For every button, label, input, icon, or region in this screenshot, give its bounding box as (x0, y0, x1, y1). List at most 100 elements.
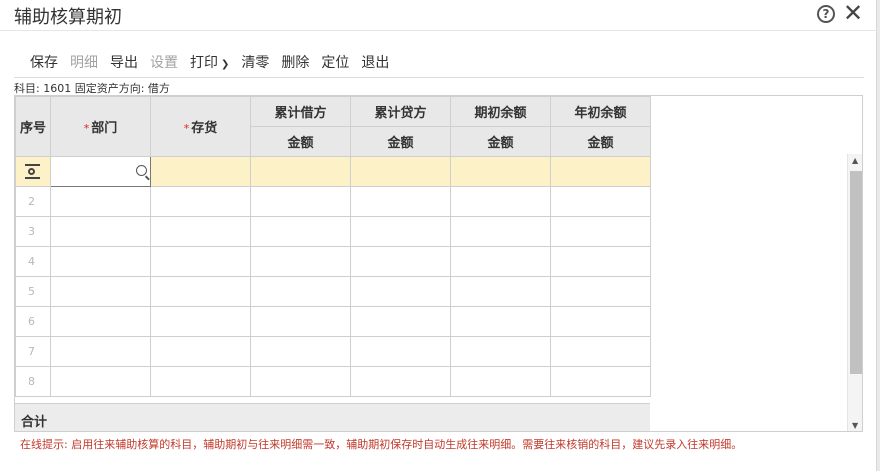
row-number: 7 (15, 336, 51, 367)
table-row[interactable]: 8 (15, 366, 651, 397)
grid-cell[interactable] (350, 276, 451, 307)
grid-scrollbar[interactable]: ▲ ▼ (847, 154, 862, 431)
table-row[interactable]: 7 (15, 336, 651, 367)
close-icon[interactable]: ✕ (843, 1, 863, 25)
settings-button[interactable]: 设置 (150, 52, 178, 72)
header-inventory-label: 存货 (191, 121, 218, 136)
grid-cell[interactable] (250, 336, 351, 367)
grid-cell[interactable] (550, 246, 651, 277)
row-number: 8 (15, 366, 51, 397)
search-icon[interactable] (136, 165, 147, 176)
header-seq: 序号 (15, 96, 51, 157)
grid-cell[interactable] (450, 246, 551, 277)
grid-cell[interactable] (150, 246, 251, 277)
grid-cell[interactable] (250, 186, 351, 217)
grid-cell[interactable] (50, 366, 151, 397)
grid-cell[interactable] (550, 156, 651, 187)
grid-cell[interactable] (450, 276, 551, 307)
grid-cell[interactable] (550, 306, 651, 337)
opening-balance-grid: 序号 * 部门 * 存货 累计借方 累计贷方 期初余额 年初余额 金额 金额 金额 … (14, 95, 863, 432)
grid-cell[interactable] (350, 156, 451, 187)
row-number (15, 156, 51, 187)
grid-cell[interactable] (50, 246, 151, 277)
export-button[interactable]: 导出 (110, 52, 138, 72)
grid-cell[interactable] (150, 156, 251, 187)
scroll-up-icon[interactable]: ▲ (852, 156, 858, 165)
grid-cell[interactable] (150, 276, 251, 307)
grid-cell[interactable] (50, 276, 151, 307)
save-button[interactable]: 保存 (30, 52, 58, 72)
exit-button[interactable]: 退出 (361, 52, 389, 72)
table-row[interactable]: 4 (15, 246, 651, 277)
total-row: 合计 (15, 403, 650, 431)
help-icon[interactable]: ? (817, 5, 835, 23)
grid-table: 序号 * 部门 * 存货 累计借方 累计贷方 期初余额 年初余额 金额 金额 金额 … (15, 96, 651, 397)
header-amount: 金额 (450, 126, 551, 157)
grid-cell[interactable] (250, 306, 351, 337)
locate-button[interactable]: 定位 (321, 52, 349, 72)
grid-cell[interactable] (150, 366, 251, 397)
grid-cell[interactable] (150, 336, 251, 367)
grid-cell[interactable] (250, 246, 351, 277)
grid-cell[interactable] (450, 216, 551, 247)
total-label: 合计 (21, 415, 48, 430)
row-number: 4 (15, 246, 51, 277)
grid-cell[interactable] (350, 336, 451, 367)
toolbar: 保存 明细 导出 设置 打印 ❯ 清零 删除 定位 退出 (30, 52, 401, 72)
grid-cell[interactable] (150, 306, 251, 337)
header-cum-debit: 累计借方 (250, 96, 351, 127)
table-row[interactable]: 6 (15, 306, 651, 337)
header-amount: 金额 (350, 126, 451, 157)
header-amount: 金额 (250, 126, 351, 157)
grid-cell[interactable] (250, 216, 351, 247)
online-hint: 在线提示: 启用往来辅助核算的科目，辅助期初与往来明细需一致，辅助期初保存时自动… (20, 438, 743, 451)
table-row[interactable] (15, 156, 651, 187)
grid-cell[interactable] (550, 336, 651, 367)
grid-cell[interactable] (450, 156, 551, 187)
table-row[interactable]: 3 (15, 216, 651, 247)
grid-cell[interactable] (450, 186, 551, 217)
grid-cell[interactable] (350, 186, 451, 217)
grid-cell[interactable] (350, 216, 451, 247)
grid-cell[interactable] (550, 366, 651, 397)
grid-cell[interactable] (550, 186, 651, 217)
row-settings-icon[interactable] (25, 164, 40, 179)
grid-cell[interactable] (350, 246, 451, 277)
auxiliary-opening-dialog: 辅助核算期初 ? ✕ 保存 明细 导出 设置 打印 ❯ 清零 删除 定位 退出 科… (0, 0, 877, 471)
grid-cell[interactable] (450, 306, 551, 337)
grid-cell[interactable] (250, 366, 351, 397)
print-button[interactable]: 打印 ❯ (190, 52, 229, 72)
header-dept: * 部门 (50, 96, 151, 157)
delete-button[interactable]: 删除 (281, 52, 309, 72)
header-cum-credit: 累计贷方 (350, 96, 451, 127)
grid-cell[interactable] (450, 366, 551, 397)
print-label: 打印 (190, 55, 218, 71)
grid-cell[interactable] (350, 306, 451, 337)
dept-input-cell[interactable] (50, 156, 151, 187)
toolbar-divider (14, 77, 864, 78)
chevron-down-icon: ❯ (221, 59, 230, 70)
grid-cell[interactable] (450, 336, 551, 367)
table-row[interactable]: 2 (15, 186, 651, 217)
clear-button[interactable]: 清零 (241, 52, 269, 72)
row-number: 2 (15, 186, 51, 217)
detail-button[interactable]: 明细 (70, 52, 98, 72)
grid-cell[interactable] (50, 336, 151, 367)
grid-cell[interactable] (50, 216, 151, 247)
grid-cell[interactable] (50, 306, 151, 337)
scroll-down-icon[interactable]: ▼ (852, 421, 858, 430)
grid-cell[interactable] (350, 366, 451, 397)
required-mark: * (83, 122, 90, 135)
grid-cell[interactable] (250, 156, 351, 187)
table-row[interactable]: 5 (15, 276, 651, 307)
grid-cell[interactable] (550, 216, 651, 247)
subject-info: 科目: 1601 固定资产方向: 借方 (14, 82, 170, 95)
grid-cell[interactable] (550, 276, 651, 307)
grid-cell[interactable] (150, 186, 251, 217)
scroll-thumb[interactable] (850, 171, 862, 374)
grid-cell[interactable] (50, 186, 151, 217)
header-dept-label: 部门 (91, 121, 118, 136)
header-inventory: * 存货 (150, 96, 251, 157)
grid-cell[interactable] (250, 276, 351, 307)
grid-cell[interactable] (150, 216, 251, 247)
